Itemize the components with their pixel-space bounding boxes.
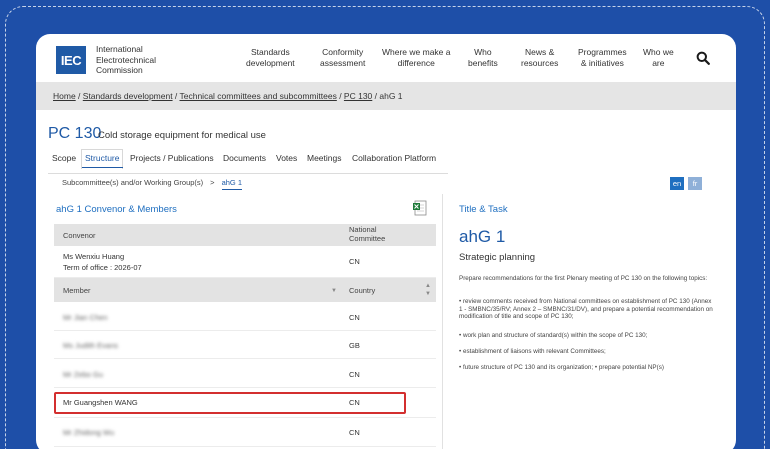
convenor-column-header: Convenor — [63, 231, 96, 240]
org-line-3: Commission — [96, 65, 143, 75]
nav-standards-development[interactable]: Standards development — [246, 47, 295, 69]
national-committee-column-header: National Committee — [349, 225, 386, 243]
title-task-heading: Title & Task — [459, 204, 508, 215]
page-card: IEC International Electrotechnical Commi… — [36, 34, 736, 449]
subnav-current[interactable]: ahG 1 — [221, 178, 242, 190]
search-icon[interactable] — [696, 51, 710, 65]
table-row: Mr Jian Chen CN — [54, 303, 436, 331]
table-row: Mr Zhidong Wu CN — [54, 419, 436, 447]
language-en-button[interactable]: en — [670, 177, 684, 190]
breadcrumb-pc130[interactable]: PC 130 — [344, 91, 372, 101]
sort-down-icon[interactable]: ▼ — [331, 288, 337, 294]
tabs-divider — [48, 173, 448, 174]
organization-name: International Electrotechnical Commissio… — [96, 44, 156, 76]
group-title: ahG 1 — [459, 227, 506, 246]
convenor-table-header: Convenor National Committee — [54, 224, 436, 246]
top-navigation: IEC International Electrotechnical Commi… — [36, 34, 736, 82]
task-item: • future structure of PC 130 and its org… — [459, 364, 664, 371]
member-country: CN — [349, 370, 360, 379]
subnav-separator: > — [210, 178, 215, 187]
breadcrumb-home[interactable]: Home — [53, 91, 76, 101]
member-table-header: Member ▼ Country ▲ ▼ — [54, 278, 436, 302]
breadcrumb-separator: / — [75, 91, 83, 101]
member-column-header[interactable]: Member — [63, 286, 91, 295]
tab-collaboration-platform[interactable]: Collaboration Platform — [352, 153, 436, 163]
group-subtitle: Strategic planning — [459, 252, 536, 263]
subnav: Subcommittee(s) and/or Working Group(s) >… — [62, 178, 242, 190]
convenor-country: CN — [349, 257, 360, 266]
org-line-1: International — [96, 44, 143, 54]
org-line-2: Electrotechnical — [96, 54, 157, 65]
table-row: Ms Judith Evans GB — [54, 331, 436, 359]
tab-scope[interactable]: Scope — [52, 153, 76, 163]
members-heading: ahG 1 Convenor & Members — [56, 204, 177, 215]
task-item: • establishment of liaisons with relevan… — [459, 348, 606, 355]
member-country: GB — [349, 341, 360, 350]
tab-projects-publications[interactable]: Projects / Publications — [130, 153, 214, 163]
member-name: Mr Jian Chen — [63, 313, 108, 322]
member-name: Mr Zhidong Wu — [63, 428, 115, 437]
column-divider — [442, 194, 443, 449]
sort-down-icon[interactable]: ▼ — [425, 291, 431, 297]
subnav-parent-link[interactable]: Subcommittee(s) and/or Working Group(s) — [62, 178, 203, 187]
nav-programmes-initiatives[interactable]: Programmes & initiatives — [578, 47, 627, 69]
breadcrumb-current: ahG 1 — [379, 91, 403, 101]
nav-conformity-assessment[interactable]: Conformity assessment — [320, 47, 365, 69]
iec-logo[interactable]: IEC — [56, 46, 86, 74]
tab-documents[interactable]: Documents — [223, 153, 266, 163]
member-name: Mr Zebo Gu — [63, 370, 104, 379]
page-subtitle: Cold storage equipment for medical use — [98, 130, 266, 141]
nav-who-benefits[interactable]: Who benefits — [468, 47, 498, 69]
breadcrumb-technical-committees[interactable]: Technical committees and subcommittees — [180, 91, 337, 101]
excel-export-icon[interactable] — [413, 200, 428, 216]
convenor-name: Ms Wenxiu Huang — [63, 252, 125, 261]
breadcrumb-separator: / — [172, 91, 180, 101]
tab-votes[interactable]: Votes — [276, 153, 297, 163]
member-name: Ms Judith Evans — [63, 341, 119, 350]
convenor-row: Ms Wenxiu Huang Term of office : 2026-07… — [54, 246, 436, 278]
highlight-box — [54, 392, 406, 414]
breadcrumb: Home / Standards development / Technical… — [36, 82, 736, 110]
task-intro: Prepare recommendations for the first Pl… — [459, 275, 708, 282]
task-item: • review comments received from National… — [459, 298, 713, 321]
tab-meetings[interactable]: Meetings — [307, 153, 342, 163]
breadcrumb-separator: / — [336, 91, 344, 101]
member-country: CN — [349, 313, 360, 322]
nav-where-we-make-a-difference[interactable]: Where we make a difference — [382, 47, 451, 69]
table-row: Mr Zebo Gu CN — [54, 359, 436, 388]
country-column-header[interactable]: Country — [349, 286, 375, 295]
breadcrumb-standards-development[interactable]: Standards development — [83, 91, 173, 101]
member-country: CN — [349, 428, 360, 437]
nav-news-resources[interactable]: News & resources — [521, 47, 558, 69]
tab-structure[interactable]: Structure — [82, 153, 122, 168]
language-fr-button[interactable]: fr — [688, 177, 702, 190]
convenor-term: Term of office : 2026-07 — [63, 263, 142, 272]
task-item: • work plan and structure of standard(s)… — [459, 332, 648, 339]
page-title: PC 130 — [48, 125, 102, 142]
nav-who-we-are[interactable]: Who we are — [643, 47, 674, 69]
sort-up-icon[interactable]: ▲ — [425, 283, 431, 289]
